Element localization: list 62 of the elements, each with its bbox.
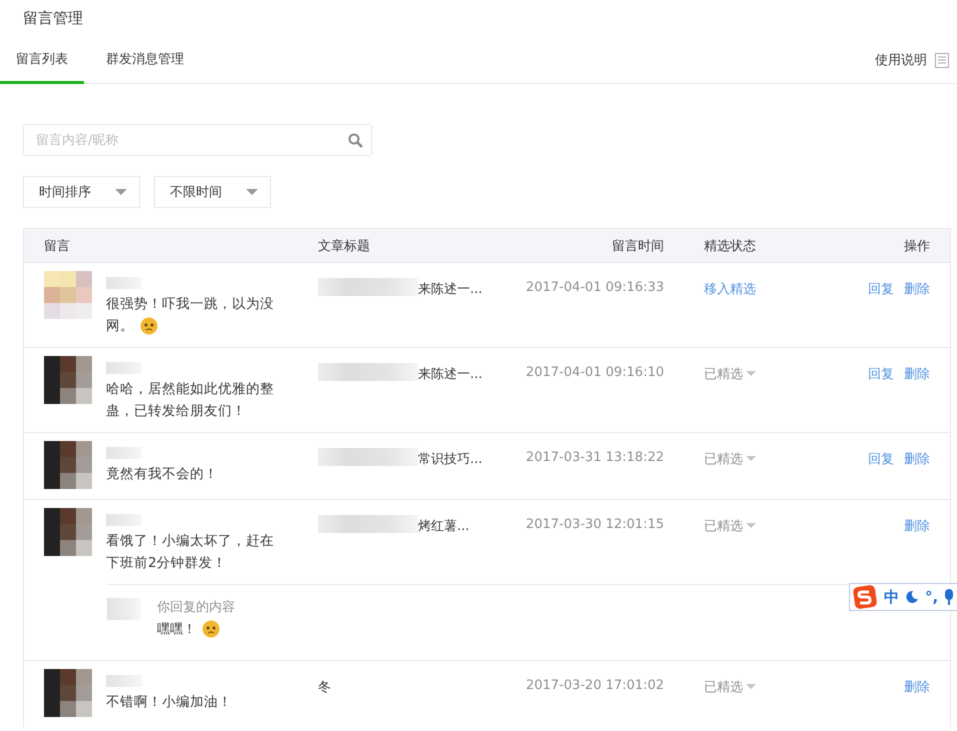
blurred-name [106,514,142,526]
action-link[interactable]: 回复 [868,280,894,337]
action-link[interactable]: 回复 [868,365,894,422]
caret-icon [246,188,258,196]
comment-text: 哈哈，居然能如此优雅的整蛊，已转发给朋友们！ [106,381,274,419]
comment-text: 很强势！吓我一跳，以为没网。 [106,296,274,334]
feature-link[interactable]: 移入精选 [704,282,756,297]
blurred-name [106,675,142,687]
caret-icon [746,371,756,377]
microphone-icon[interactable] [944,589,954,605]
action-link[interactable]: 删除 [904,280,930,337]
featured-dropdown[interactable]: 已精选 [704,365,756,383]
article-title: 来陈述一... [418,366,482,383]
column-header: 留言时间 [611,238,664,254]
document-icon [935,52,949,68]
filter-dropdown[interactable]: 时间排序 [23,176,140,208]
search-input[interactable]: 留言内容/昵称 [34,132,348,148]
reply-text: 嘿嘿！ [157,622,196,637]
action-link[interactable]: 删除 [904,517,930,574]
action-link[interactable]: 删除 [904,450,930,489]
comment-text: 不错啊！小编加油！ [106,694,232,710]
reply-label: 你回复的内容 [157,599,235,617]
tab[interactable]: 群发消息管理 [90,37,200,84]
tab[interactable]: 留言列表 [0,37,84,84]
search-icon[interactable] [348,132,363,148]
ime-logo-icon[interactable] [852,584,878,610]
article-title: 来陈述一... [418,281,482,298]
filter-dropdown[interactable]: 不限时间 [154,176,271,208]
column-header: 文章标题 [318,238,371,254]
blurred-avatar [107,598,141,620]
action-link[interactable]: 回复 [868,450,894,489]
comment-text: 竟然有我不会的！ [106,466,218,482]
blurred-name [106,362,142,374]
moon-icon[interactable] [905,590,919,604]
article-title: 烤红薯... [418,518,470,535]
action-link[interactable]: 删除 [904,365,930,422]
caret-icon [115,188,127,196]
ime-mode[interactable]: 中 [884,588,899,606]
search-field[interactable]: 留言内容/昵称 [23,124,372,156]
comment-time: 2017-03-20 17:01:02 [524,677,664,695]
action-link[interactable]: 删除 [904,678,930,717]
help-link[interactable]: 使用说明 [875,51,927,69]
comment-time: 2017-03-30 12:01:15 [524,516,664,534]
article-title: 常识技巧... [418,451,482,468]
caret-icon [746,684,756,690]
column-header: 留言 [44,238,71,254]
caret-icon [746,456,756,462]
featured-dropdown[interactable]: 已精选 [704,450,756,468]
blurred-name [106,447,142,459]
comment-text: 看饿了！小编太坏了，赶在下班前2分钟群发！ [106,533,274,571]
comment-time: 2017-04-01 09:16:10 [524,364,664,382]
featured-dropdown[interactable]: 已精选 [704,517,756,535]
column-header: 精选状态 [703,238,757,254]
featured-dropdown[interactable]: 已精选 [704,678,756,696]
comment-time: 2017-03-31 13:18:22 [524,449,664,467]
caret-icon [746,523,756,529]
blurred-name [106,277,142,289]
comment-time: 2017-04-01 09:16:33 [524,279,664,297]
page-title: 留言管理 [22,8,84,29]
article-title: 冬 [318,679,331,696]
ime-punctuation[interactable]: °, [925,588,938,606]
column-header: 操作 [904,238,930,254]
